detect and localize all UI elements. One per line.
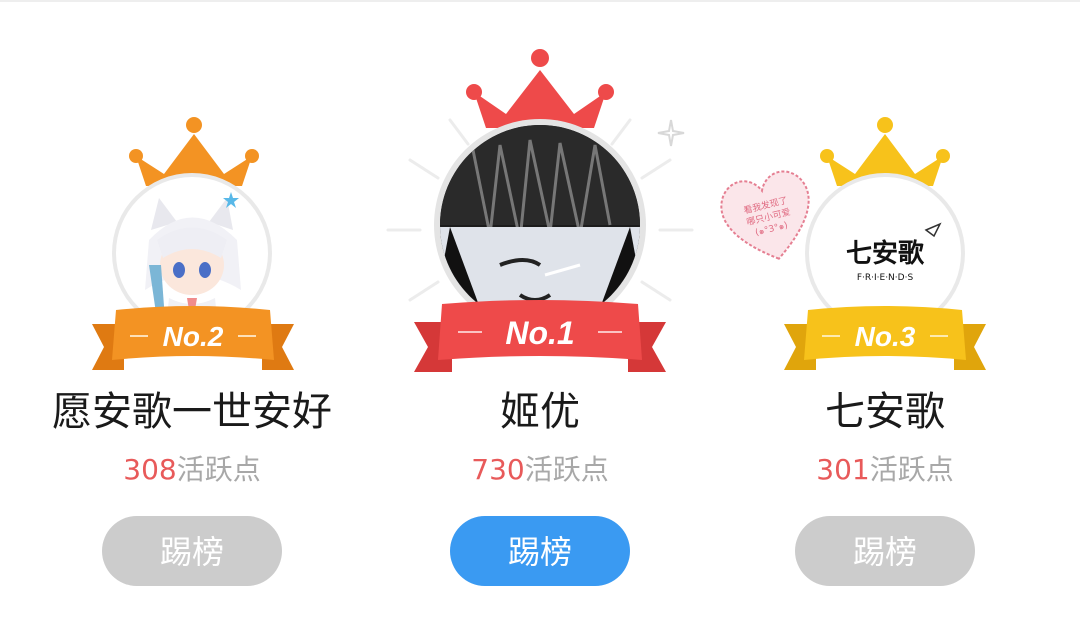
kick-button[interactable]: 踢榜: [102, 516, 282, 586]
points-value: 730: [471, 453, 525, 486]
rank-card-2: No.2 愿安歌一世安好 308活跃点 踢榜: [12, 0, 372, 641]
rank-label: No.1: [505, 315, 574, 351]
rank-badge: No.2: [92, 306, 294, 370]
rank-label: No.2: [163, 321, 224, 352]
points-unit: 活跃点: [869, 453, 954, 486]
user-name[interactable]: 七安歌: [705, 392, 1065, 432]
rank-badge: No.3: [784, 306, 986, 370]
rank-label: No.3: [855, 321, 916, 352]
activity-points: 301活跃点: [705, 456, 1065, 484]
kick-button[interactable]: 踢榜: [795, 516, 975, 586]
points-unit: 活跃点: [176, 453, 261, 486]
user-name[interactable]: 愿安歌一世安好: [12, 392, 372, 432]
points-value: 301: [816, 453, 870, 486]
avatar-subtitle: F·R·I·E·N·D·S: [857, 273, 914, 283]
avatar-title: 七安歌: [846, 239, 925, 269]
points-value: 308: [123, 453, 177, 486]
rank-card-1: No.1 姬优 730活跃点 踢榜: [360, 0, 720, 641]
user-name[interactable]: 姬优: [360, 392, 720, 432]
heart-sticker: 看我发现了 哪只小可爱 (๑°3°๑): [720, 170, 810, 260]
rank-badge: No.1: [414, 300, 666, 372]
sparkle-icon: [657, 119, 685, 147]
rank-card-3: 七安歌 F·R·I·E·N·D·S 看我发现了 哪只小可爱 (๑°3°๑) No…: [705, 0, 1065, 641]
activity-points: 308活跃点: [12, 456, 372, 484]
kick-button[interactable]: 踢榜: [450, 516, 630, 586]
points-unit: 活跃点: [524, 453, 609, 486]
activity-points: 730活跃点: [360, 456, 720, 484]
